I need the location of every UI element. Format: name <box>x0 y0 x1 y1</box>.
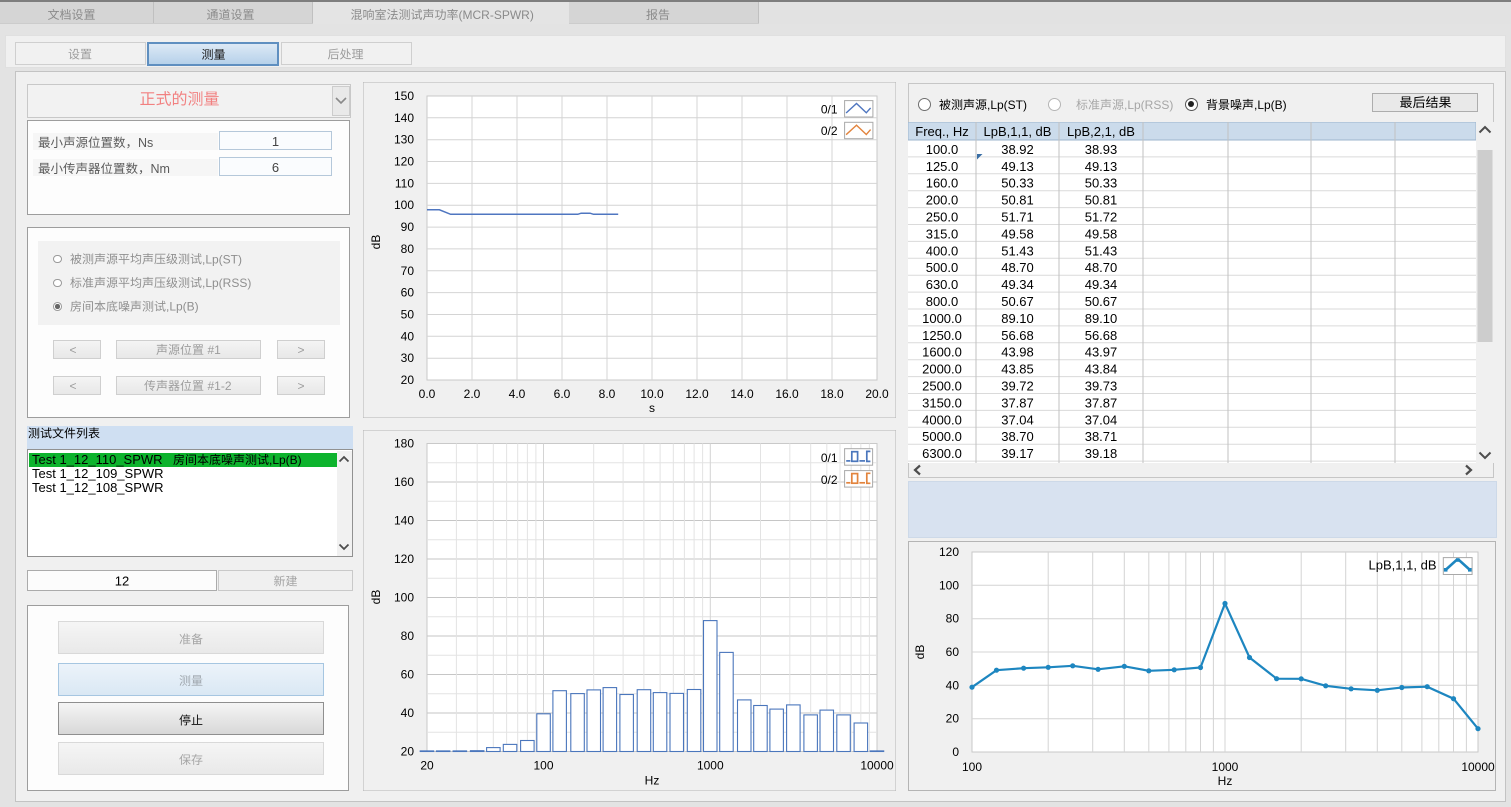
svg-text:(MCR-SPWR): (MCR-SPWR) <box>459 8 534 22</box>
svg-text:,Lp(RSS): ,Lp(RSS) <box>1124 98 1173 112</box>
svg-text:,Lp(ST): ,Lp(ST) <box>987 98 1027 112</box>
svg-text:,Lp(ST): ,Lp(ST) <box>202 252 242 266</box>
svg-text:Nm: Nm <box>151 162 170 176</box>
svg-text:<: < <box>69 343 76 357</box>
svg-text:1: 1 <box>272 134 279 149</box>
svg-text:12: 12 <box>115 574 129 589</box>
svg-text:,Lp(RSS): ,Lp(RSS) <box>202 276 251 290</box>
svg-text:6: 6 <box>272 160 279 175</box>
svg-text:>: > <box>297 379 304 393</box>
svg-text:,Lp(B): ,Lp(B) <box>166 300 199 314</box>
svg-text:>: > <box>297 343 304 357</box>
svg-text:Test 1_12_108_SPWR: Test 1_12_108_SPWR <box>32 480 164 495</box>
svg-text:,Lp(B): ,Lp(B) <box>1254 98 1287 112</box>
svg-text:#1: #1 <box>208 343 222 357</box>
svg-text:Test 1_12_110_SPWR: Test 1_12_110_SPWR <box>32 452 163 467</box>
svg-text:Ns: Ns <box>138 136 153 150</box>
svg-text:,Lp(B): ,Lp(B) <box>269 453 302 467</box>
svg-text:Test 1_12_109_SPWR: Test 1_12_109_SPWR <box>32 466 164 481</box>
svg-text:#1-2: #1-2 <box>208 379 232 393</box>
svg-text:<: < <box>69 379 76 393</box>
